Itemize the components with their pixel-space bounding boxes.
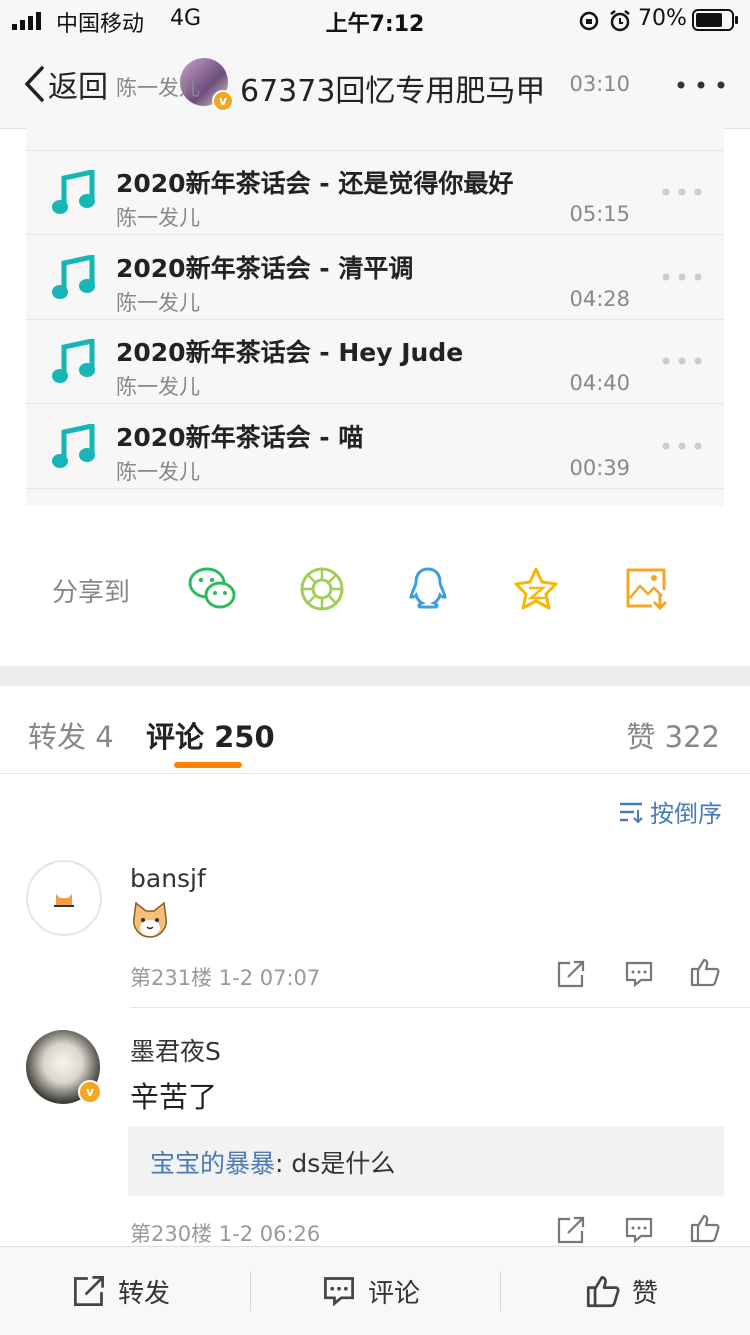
reply-comment-icon[interactable]	[624, 959, 654, 989]
qzone-icon[interactable]	[512, 566, 560, 612]
quoted-reply-body: : ds是什么	[275, 1149, 396, 1178]
share-comment-icon[interactable]	[556, 959, 586, 989]
quoted-reply-text: 宝宝的暴暴: ds是什么	[150, 1144, 395, 1180]
song-more-icon[interactable]	[662, 188, 702, 196]
comment-label: 评论	[368, 1278, 421, 1309]
section-gap	[0, 666, 750, 686]
song-more-icon[interactable]	[662, 442, 702, 450]
tabs-divider	[0, 773, 750, 774]
avatar[interactable]	[26, 860, 102, 936]
music-note-icon	[52, 170, 95, 214]
comment-meta: 第231楼 1-2 07:07	[130, 966, 321, 990]
song-artist: 陈一发儿	[116, 375, 200, 399]
song-item[interactable]: 2020新年茶话会 - Hey Jude 陈一发儿 04:40	[26, 319, 724, 404]
comment-username[interactable]: bansjf	[130, 864, 206, 893]
battery-percent: 70%	[638, 6, 687, 31]
song-title: 2020新年茶话会 - 清平调	[116, 254, 414, 283]
song-list: 陈一发儿 03:10 2020新年茶话会 - 还是觉得你最好 陈一发儿 05:1…	[26, 72, 724, 506]
music-note-icon	[52, 424, 95, 468]
cat-avatar-icon	[54, 894, 74, 907]
moments-icon[interactable]	[298, 566, 346, 612]
like-comment-icon[interactable]	[690, 1213, 720, 1243]
comment-button[interactable]: 评论	[322, 1273, 420, 1309]
cat-emoji-icon	[132, 901, 168, 938]
quoted-reply-user[interactable]: 宝宝的暴暴	[150, 1149, 275, 1178]
song-item[interactable]: 2020新年茶话会 - 喵 陈一发儿 00:39	[26, 404, 724, 489]
song-title: 2020新年茶话会 - Hey Jude	[116, 338, 464, 367]
like-comment-icon[interactable]	[690, 957, 720, 987]
song-artist: 陈一发儿	[116, 76, 200, 100]
song-artist: 陈一发儿	[116, 291, 200, 315]
song-duration: 05:15	[569, 202, 630, 226]
music-note-icon	[52, 255, 95, 299]
song-duration: 04:28	[569, 287, 630, 311]
bottom-action-bar: 转发 评论 赞	[0, 1246, 750, 1335]
comment-meta: 第230楼 1-2 06:26	[130, 1222, 321, 1246]
comment-username[interactable]: 墨君夜S	[130, 1032, 221, 1068]
qq-icon[interactable]	[404, 566, 452, 612]
sort-button[interactable]: 按倒序	[618, 794, 722, 829]
save-image-icon[interactable]	[622, 566, 670, 612]
music-note-icon	[52, 339, 95, 383]
song-title: 2020新年茶话会 - 还是觉得你最好	[116, 169, 514, 198]
repost-button[interactable]: 转发	[72, 1273, 170, 1309]
comment-divider	[130, 1007, 750, 1008]
status-bar: 中国移动 4G 上午7:12 70%	[0, 0, 750, 40]
reply-comment-icon[interactable]	[624, 1215, 654, 1245]
song-item[interactable]: 2020新年茶话会 - 还是觉得你最好 陈一发儿 05:15	[26, 150, 724, 235]
song-duration: 00:39	[569, 456, 630, 480]
active-tab-indicator	[174, 762, 242, 768]
song-artist: 陈一发儿	[116, 206, 200, 230]
battery-icon	[692, 9, 738, 31]
song-duration: 03:10	[569, 72, 630, 96]
tab-comments[interactable]: 评论 250	[146, 714, 275, 756]
repost-label: 转发	[118, 1278, 171, 1309]
sort-icon	[620, 802, 643, 823]
separator	[500, 1271, 501, 1311]
wechat-icon[interactable]	[188, 566, 236, 612]
song-title: 2020新年茶话会 - 喵	[116, 423, 364, 452]
quoted-reply[interactable]: 宝宝的暴暴: ds是什么	[128, 1126, 724, 1196]
share-label: 分享到	[52, 578, 131, 608]
comment-icon	[324, 1277, 354, 1307]
tab-repost[interactable]: 转发 4	[28, 714, 114, 756]
verified-badge-icon: v	[78, 1080, 102, 1104]
song-artist: 陈一发儿	[116, 460, 200, 484]
like-button[interactable]: 赞	[586, 1273, 658, 1309]
like-label: 赞	[632, 1278, 659, 1309]
repost-icon	[74, 1276, 104, 1306]
song-more-icon[interactable]	[662, 357, 702, 365]
song-item[interactable]: 2020新年茶话会 - 清平调 陈一发儿 04:28	[26, 235, 724, 320]
rotation-lock-icon	[579, 11, 599, 31]
song-duration: 04:40	[569, 371, 630, 395]
comment-text: 辛苦了	[130, 1080, 218, 1114]
tab-likes[interactable]: 赞 322	[626, 714, 720, 756]
separator	[250, 1271, 251, 1311]
song-item-partial[interactable]: 陈一发儿 03:10	[26, 72, 724, 151]
alarm-icon	[610, 10, 630, 32]
like-icon	[586, 1276, 620, 1308]
song-more-icon[interactable]	[662, 273, 702, 281]
sort-label: 按倒序	[650, 800, 722, 828]
share-comment-icon[interactable]	[556, 1215, 586, 1245]
